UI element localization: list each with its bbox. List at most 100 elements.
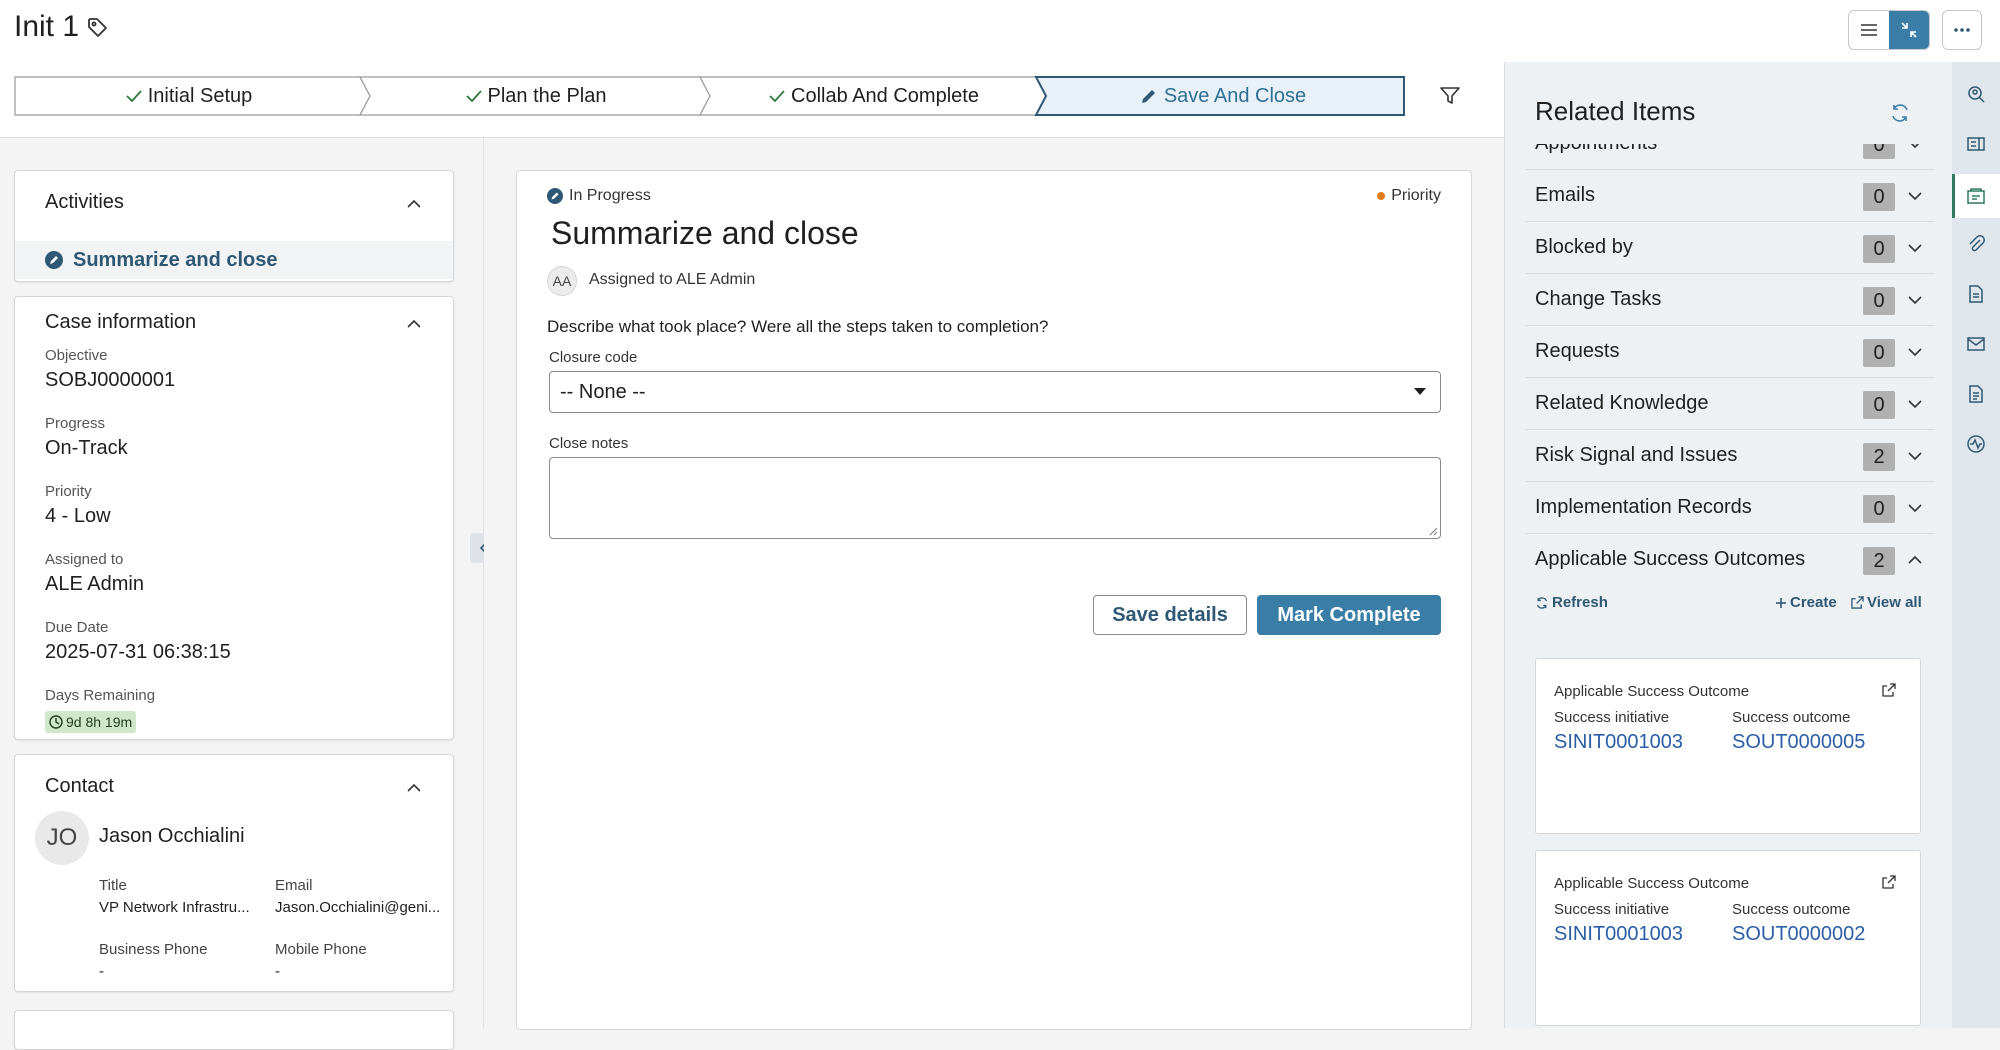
task-priority: Priority [1377, 187, 1441, 205]
title-value: VP Network Infrastru... [99, 899, 250, 916]
email-icon[interactable] [1966, 334, 1986, 354]
resize-grip-icon[interactable] [1428, 526, 1438, 536]
related-row-count: 0 [1863, 339, 1895, 367]
objective-link[interactable]: SOBJ0000001 [45, 369, 175, 392]
related-items-panel: Related Items Appointments 0 Emails 0 Bl… [1504, 62, 1952, 1028]
view-toggle [1848, 10, 1930, 50]
in-progress-icon [547, 188, 563, 204]
related-row-requests[interactable]: Requests 0 [1525, 326, 1935, 378]
related-row-implementation-records[interactable]: Implementation Records 0 [1525, 482, 1935, 534]
chevron-down-icon[interactable] [1907, 144, 1923, 152]
success-outcome-link[interactable]: SOUT0000002 [1732, 923, 1865, 946]
chevron-down-icon[interactable] [1907, 292, 1923, 308]
stage-save-and-close[interactable]: Save And Close [1042, 76, 1404, 116]
chevron-down-icon[interactable] [1907, 240, 1923, 256]
filter-icon[interactable] [1438, 84, 1462, 108]
task-state: In Progress [547, 187, 651, 205]
create-label: Create [1790, 594, 1837, 611]
external-link-icon[interactable] [1882, 683, 1896, 697]
related-row-count: 2 [1863, 443, 1895, 471]
notes-icon[interactable] [1966, 384, 1986, 404]
related-row-related-knowledge[interactable]: Related Knowledge 0 [1525, 378, 1935, 430]
related-row-label: Appointments [1535, 144, 1657, 155]
related-row-emails[interactable]: Emails 0 [1525, 170, 1935, 222]
left-column: Activities Summarize and close Case info… [0, 138, 484, 1050]
save-details-button[interactable]: Save details [1093, 595, 1247, 635]
outcomes-refresh-link[interactable]: Refresh [1535, 594, 1608, 611]
related-row-blocked-by[interactable]: Blocked by 0 [1525, 222, 1935, 274]
tag-icon[interactable] [86, 16, 110, 40]
details-panel-icon[interactable] [1966, 134, 1986, 154]
chevron-down-icon[interactable] [1907, 344, 1923, 360]
more-icon [1954, 28, 1970, 32]
list-view-icon [1861, 24, 1877, 36]
outcomes-actions: Refresh Create View all [1525, 590, 1935, 618]
related-row-label: Risk Signal and Issues [1535, 444, 1738, 466]
success-initiative-label: Success initiative [1554, 901, 1670, 918]
stage-plan-the-plan[interactable]: Plan the Plan [366, 76, 706, 116]
closure-code-select[interactable]: -- None -- [549, 371, 1441, 413]
related-row-change-tasks[interactable]: Change Tasks 0 [1525, 274, 1935, 326]
activities-title: Activities [45, 191, 124, 213]
refresh-icon[interactable] [1889, 102, 1911, 124]
success-initiative-link[interactable]: SINIT0001003 [1554, 923, 1683, 946]
more-button[interactable] [1942, 10, 1982, 50]
check-icon [465, 89, 482, 103]
closure-code-label: Closure code [549, 349, 638, 366]
email-label: Email [275, 877, 313, 894]
stage-collab-and-complete[interactable]: Collab And Complete [706, 76, 1042, 116]
related-row-count: 0 [1863, 495, 1895, 523]
related-items-icon[interactable] [1966, 186, 1986, 206]
chevron-up-icon[interactable] [405, 195, 423, 213]
email-value[interactable]: Jason.Occhialini@geni... [275, 899, 445, 916]
chevron-up-icon[interactable] [405, 779, 423, 797]
success-outcome-label: Success outcome [1732, 901, 1851, 918]
success-initiative-link[interactable]: SINIT0001003 [1554, 731, 1683, 754]
document-icon[interactable] [1966, 284, 1986, 304]
check-icon [769, 89, 785, 103]
outcome-card[interactable]: Applicable Success Outcome Success initi… [1535, 850, 1921, 1026]
caret-down-icon [1414, 388, 1426, 395]
activity-item[interactable]: Summarize and close [15, 241, 453, 279]
outcome-card-header: Applicable Success Outcome [1554, 683, 1750, 700]
split-view-button[interactable] [1889, 11, 1929, 49]
assigned-to-link[interactable]: ALE Admin [45, 573, 144, 596]
related-row-label: Requests [1535, 340, 1620, 362]
mark-complete-button[interactable]: Mark Complete [1257, 595, 1441, 635]
chevron-down-icon[interactable] [1907, 448, 1923, 464]
success-outcome-link[interactable]: SOUT0000005 [1732, 731, 1865, 754]
outcomes-create-link[interactable]: Create [1775, 594, 1837, 611]
close-notes-textarea[interactable] [549, 457, 1441, 539]
external-link-icon [1851, 596, 1864, 609]
success-outcome-label: Success outcome [1732, 709, 1851, 726]
search-person-icon[interactable] [1966, 84, 1986, 104]
header: Init 1 [0, 0, 1504, 62]
chevron-up-icon[interactable] [1907, 552, 1923, 568]
outcomes-view-all-link[interactable]: View all [1851, 594, 1922, 611]
attachment-icon[interactable] [1966, 234, 1986, 254]
external-link-icon[interactable] [1882, 875, 1896, 889]
related-row-count: 0 [1863, 183, 1895, 211]
outcome-card[interactable]: Applicable Success Outcome Success initi… [1535, 658, 1921, 834]
stage-bar: Initial Setup Plan the Plan Collab And C… [0, 62, 1504, 138]
chevron-down-icon[interactable] [1907, 396, 1923, 412]
related-row-label: Blocked by [1535, 236, 1633, 258]
related-row-appointments[interactable]: Appointments 0 [1525, 144, 1935, 170]
list-view-button[interactable] [1849, 11, 1889, 49]
related-row-label: Related Knowledge [1535, 392, 1709, 414]
contact-title: Contact [45, 775, 114, 797]
related-items-title: Related Items [1535, 96, 1696, 126]
activity-pulse-icon[interactable] [1966, 434, 1986, 454]
contact-name[interactable]: Jason Occhialini [99, 825, 245, 848]
stage-initial-setup[interactable]: Initial Setup [14, 76, 364, 116]
priority-dot [1377, 192, 1386, 200]
related-row-risk-signal-and-issues[interactable]: Risk Signal and Issues 2 [1525, 430, 1935, 482]
chevron-down-icon[interactable] [1907, 500, 1923, 516]
chevron-up-icon[interactable] [405, 315, 423, 333]
stage-label: Initial Setup [147, 84, 253, 107]
assigned-text: Assigned to ALE Admin [589, 271, 756, 288]
related-row-applicable-success-outcomes[interactable]: Applicable Success Outcomes 2 [1525, 534, 1935, 586]
case-information-title: Case information [45, 311, 197, 333]
task-card: In Progress Priority Summarize and close… [516, 170, 1472, 1030]
chevron-down-icon[interactable] [1907, 188, 1923, 204]
